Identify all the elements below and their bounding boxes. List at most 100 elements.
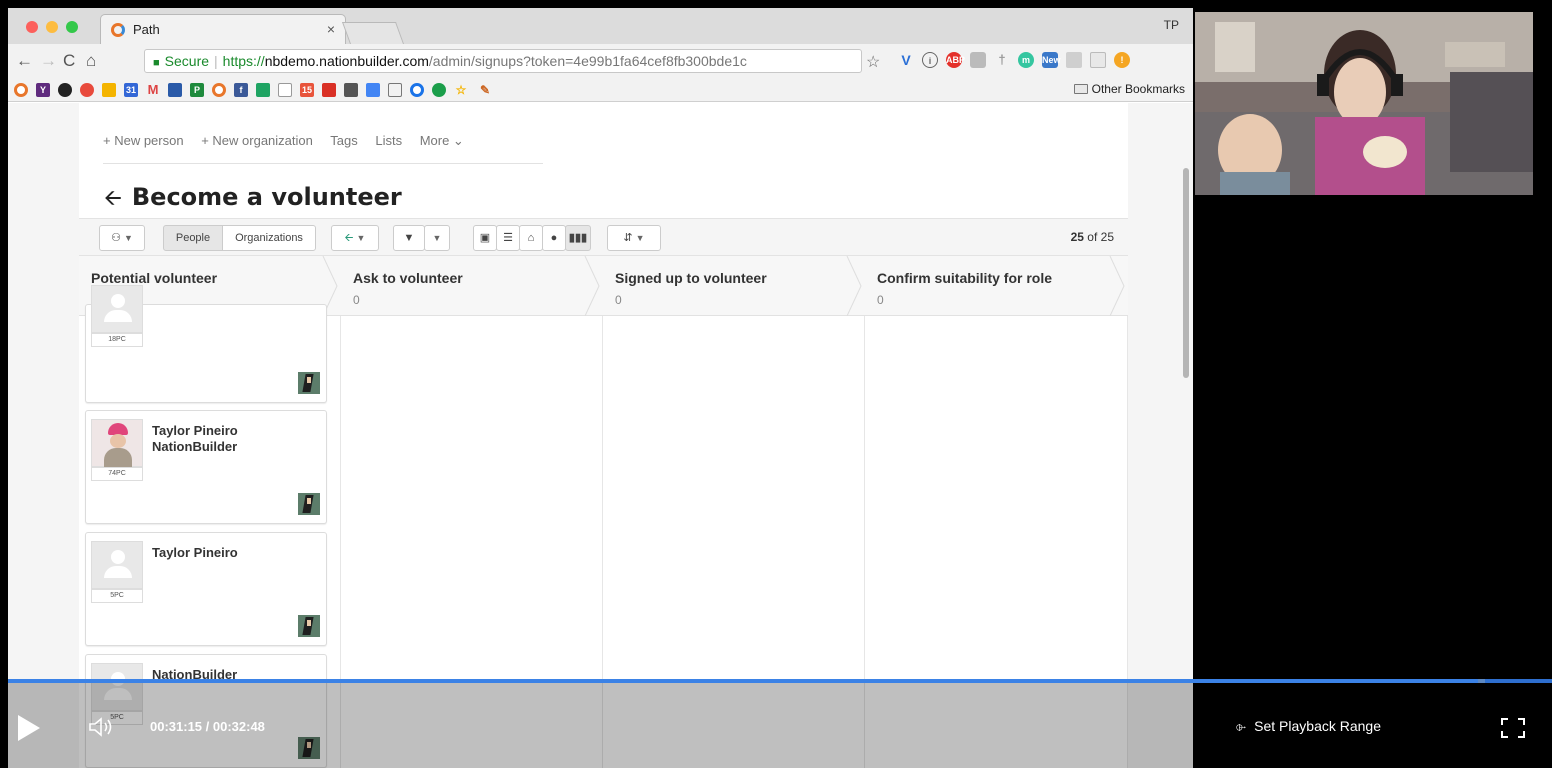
sort-dropdown[interactable]: ⇵ ▼ [607, 225, 661, 251]
person-name[interactable]: Taylor Pineiro [152, 545, 238, 561]
chevron-down-icon: ▼ [124, 233, 133, 243]
avatar-head [111, 294, 125, 308]
profile-button[interactable]: TP [1164, 18, 1179, 32]
minimize-window-button[interactable] [46, 21, 58, 33]
people-toggle[interactable]: People [163, 225, 223, 251]
avatar-body [104, 566, 132, 578]
bookmark-yahoo-icon[interactable]: Y [36, 83, 50, 97]
bookmark-drive-icon[interactable] [256, 83, 270, 97]
bookmark-folder-icon[interactable] [388, 83, 402, 97]
fullscreen-icon[interactable] [1500, 717, 1526, 739]
extension-info-icon[interactable]: i [922, 52, 938, 68]
bookmark-gmail-icon[interactable]: M [146, 83, 160, 97]
maximize-window-button[interactable] [66, 21, 78, 33]
bookmark-star-icon[interactable]: ☆ [866, 52, 880, 72]
bookmark-doc-icon[interactable] [278, 83, 292, 97]
list-view-icon[interactable]: ☰ [496, 225, 520, 251]
chevron-down-icon: ▼ [356, 233, 366, 243]
owner-avatar[interactable] [298, 615, 320, 637]
map-view-icon[interactable]: ● [542, 225, 566, 251]
filter-dropdown[interactable]: ▼ [424, 225, 450, 251]
avatar-body [104, 310, 132, 322]
bookmark-circle-icon[interactable] [58, 83, 72, 97]
extension-doc-icon[interactable] [1066, 52, 1082, 68]
chevron-down-icon: ▼ [432, 233, 442, 243]
bookmark-dark-icon[interactable] [344, 83, 358, 97]
home-icon[interactable]: ⌂ [86, 52, 96, 69]
person-card[interactable]: 5PC Taylor Pineiro [85, 532, 327, 646]
tags-link[interactable]: Tags [330, 133, 357, 148]
secure-label: Secure [164, 53, 210, 69]
extension-v-icon[interactable]: V [898, 52, 914, 68]
seek-bar-remaining [1485, 679, 1552, 683]
column-header-confirm-suitability[interactable]: Confirm suitability for role 0 [865, 256, 1128, 316]
column-header-ask-to-volunteer[interactable]: Ask to volunteer 0 [341, 256, 603, 316]
page-title: Become a volunteer [131, 183, 402, 211]
bookmark-feather-icon[interactable]: ✎ [478, 83, 492, 97]
other-bookmarks-label: Other Bookmarks [1091, 82, 1185, 96]
tab-path[interactable]: Path × [100, 14, 346, 44]
people-type-dropdown[interactable]: ⚇ ▼ [99, 225, 145, 251]
signpost-icon: 🡨 [104, 185, 122, 210]
play-icon[interactable] [18, 715, 40, 741]
tab-close-icon[interactable]: × [327, 21, 335, 37]
adblock-icon[interactable]: ABP [946, 52, 965, 68]
bookmark-slides-icon[interactable] [322, 83, 336, 97]
extension-m-icon[interactable]: m [1018, 52, 1034, 68]
person-name[interactable]: Taylor Pineiro [152, 423, 238, 439]
points-badge: 5PC [91, 589, 143, 603]
new-organization-link[interactable]: + New organization [201, 133, 313, 148]
new-tab-button[interactable] [341, 22, 405, 44]
bookmark-15-icon[interactable]: 15 [300, 83, 314, 97]
bookmark-star-icon[interactable]: ☆ [454, 83, 468, 97]
seek-bar[interactable] [8, 679, 1552, 683]
column-view-icon[interactable]: ▮▮▮ [565, 225, 591, 251]
extension-gray-icon[interactable] [970, 52, 986, 68]
person-card[interactable]: 74PC Taylor Pineiro NationBuilder [85, 410, 327, 524]
owner-avatar[interactable] [298, 372, 320, 394]
column-arrow-divider [846, 256, 862, 316]
bookmark-blue-icon[interactable] [366, 83, 380, 97]
forward-icon[interactable]: → [40, 52, 57, 69]
back-icon[interactable]: ← [16, 52, 33, 69]
card-view-icon[interactable]: ▣ [473, 225, 497, 251]
other-bookmarks[interactable]: Other Bookmarks [1073, 82, 1185, 96]
bookmark-calendar-icon[interactable]: 31 [124, 83, 138, 97]
person-card[interactable]: 18PC [85, 285, 327, 403]
time-display: 00:31:15 / 00:32:48 [150, 719, 265, 734]
lists-link[interactable]: Lists [375, 133, 402, 148]
bookmark-yellow-icon[interactable] [102, 83, 116, 97]
bookmark-ring-icon[interactable] [410, 83, 424, 97]
page-scrollbar[interactable] [1183, 168, 1189, 378]
bookmark-nationbuilder-icon[interactable] [14, 83, 28, 97]
set-playback-range-button[interactable]: ⌱ Set Playback Range [1236, 718, 1381, 735]
bookmark-chat-icon[interactable] [168, 83, 182, 97]
extension-page-icon[interactable] [1090, 52, 1106, 68]
organizations-toggle[interactable]: Organizations [222, 225, 316, 251]
filter-icon[interactable]: ▼ [393, 225, 425, 251]
new-person-link[interactable]: + New person [103, 133, 184, 148]
bookmark-green-icon[interactable] [432, 83, 446, 97]
column-count: 0 [615, 293, 622, 307]
close-window-button[interactable] [26, 21, 38, 33]
tab-bar: Path × TP [8, 8, 1193, 44]
bookmark-p-icon[interactable]: P [190, 83, 204, 97]
extension-new-icon[interactable]: New [1042, 52, 1061, 68]
bookmark-nb-icon[interactable] [212, 83, 226, 97]
address-bar[interactable]: ■ Secure | https://nbdemo.nationbuilder.com… [144, 49, 862, 73]
bookmark-facebook-icon[interactable]: f [234, 83, 248, 97]
home-view-icon[interactable]: ⌂ [519, 225, 543, 251]
path-dropdown[interactable]: 🡨 ▼ [331, 225, 379, 251]
extension-alert-icon[interactable]: ! [1114, 52, 1130, 68]
column-header-signed-up-to-volunteer[interactable]: Signed up to volunteer 0 [603, 256, 865, 316]
extension-pin-icon[interactable]: † [994, 52, 1010, 68]
page-title-row: 🡨 Become a volunteer [104, 181, 402, 219]
column-title: Confirm suitability for role [877, 270, 1053, 286]
volume-icon[interactable] [88, 716, 114, 738]
folder-icon [1073, 84, 1088, 94]
owner-avatar[interactable] [298, 493, 320, 515]
reload-icon[interactable]: C [63, 52, 75, 69]
bookmark-red-icon[interactable] [80, 83, 94, 97]
more-menu[interactable]: More ⌄ [420, 133, 464, 148]
column-count: 0 [353, 293, 360, 307]
